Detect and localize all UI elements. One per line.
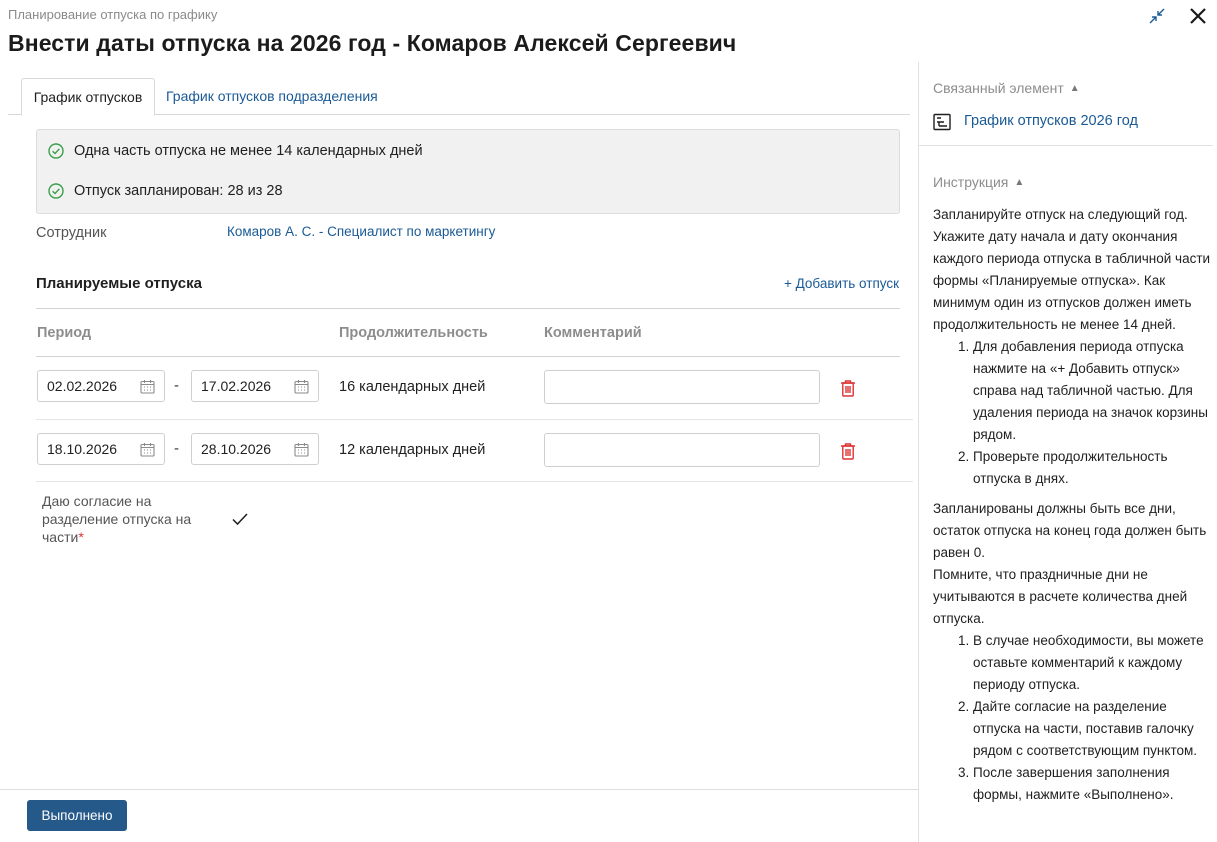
trash-icon[interactable] bbox=[840, 442, 856, 460]
end-date-value: 17.02.2026 bbox=[201, 378, 272, 394]
instruction-paragraph: Помните, что праздничные дни не учитываю… bbox=[933, 567, 1188, 626]
employee-label: Сотрудник bbox=[36, 225, 107, 241]
instruction-list-item: После завершения заполнения формы, нажми… bbox=[973, 762, 1211, 806]
check-circle-icon bbox=[48, 183, 64, 199]
validation-text: Отпуск запланирован: 28 из 28 bbox=[74, 183, 283, 199]
trash-icon[interactable] bbox=[840, 379, 856, 397]
start-date-input[interactable]: 02.02.2026 bbox=[37, 370, 165, 402]
sidebar-divider bbox=[918, 62, 919, 842]
comment-input[interactable] bbox=[544, 433, 820, 467]
instruction-list-item: Проверьте продолжительность отпуска в дн… bbox=[973, 446, 1211, 490]
add-vacation-button[interactable]: + Добавить отпуск bbox=[784, 276, 899, 291]
end-date-value: 28.10.2026 bbox=[201, 441, 272, 457]
calendar-icon[interactable] bbox=[140, 442, 155, 457]
employee-link[interactable]: Комаров А. С. - Специалист по маркетингу bbox=[227, 224, 495, 239]
instruction-list: Для добавления периода отпуска нажмите н… bbox=[933, 336, 1211, 490]
calendar-icon[interactable] bbox=[294, 442, 309, 457]
document-icon bbox=[933, 113, 951, 131]
consent-label: Даю согласие на разделение отпуска на ча… bbox=[42, 492, 212, 546]
divider bbox=[36, 308, 900, 309]
tab-vacation-schedule[interactable]: График отпусков bbox=[21, 78, 155, 116]
end-date-input[interactable]: 28.10.2026 bbox=[191, 433, 319, 465]
start-date-value: 02.02.2026 bbox=[47, 378, 118, 394]
instruction-text: Запланируйте отпуск на следующий год. Ук… bbox=[933, 204, 1211, 806]
tabs-bar: График отпусков График отпусков подразде… bbox=[8, 78, 910, 116]
calendar-icon[interactable] bbox=[294, 379, 309, 394]
related-header-label: Связанный элемент bbox=[933, 80, 1064, 96]
column-header-comment: Комментарий bbox=[544, 325, 642, 341]
tab-department-schedule[interactable]: График отпусков подразделения bbox=[156, 78, 388, 115]
start-date-value: 18.10.2026 bbox=[47, 441, 118, 457]
footer-divider bbox=[0, 789, 918, 790]
instruction-list-item: В случае необходимости, вы можете оставь… bbox=[973, 630, 1211, 696]
duration-value: 16 календарных дней bbox=[339, 379, 486, 395]
duration-value: 12 календарных дней bbox=[339, 442, 486, 458]
related-header[interactable]: Связанный элемент ▲ bbox=[933, 80, 1080, 96]
validation-text: Одна часть отпуска не менее 14 календарн… bbox=[74, 143, 423, 159]
related-schedule-link[interactable]: График отпусков 2026 год bbox=[964, 113, 1138, 129]
instruction-paragraph: Запланируйте отпуск на следующий год. Ук… bbox=[933, 207, 1211, 332]
column-header-period: Период bbox=[37, 325, 92, 341]
divider bbox=[36, 481, 913, 482]
instruction-header-label: Инструкция bbox=[933, 174, 1009, 190]
calendar-icon[interactable] bbox=[140, 379, 155, 394]
divider bbox=[36, 356, 900, 357]
required-mark: * bbox=[78, 529, 84, 545]
page-title: Внести даты отпуска на 2026 год - Комаро… bbox=[8, 30, 737, 56]
validation-item: Одна часть отпуска не менее 14 календарн… bbox=[48, 143, 423, 159]
instruction-header[interactable]: Инструкция ▲ bbox=[933, 174, 1024, 190]
column-header-duration: Продолжительность bbox=[339, 325, 488, 341]
comment-input[interactable] bbox=[544, 370, 820, 404]
validation-box: Одна часть отпуска не менее 14 календарн… bbox=[36, 129, 900, 214]
validation-item: Отпуск запланирован: 28 из 28 bbox=[48, 183, 283, 199]
sidebar-divider bbox=[919, 145, 1213, 146]
chevron-up-icon[interactable]: ▲ bbox=[1070, 83, 1080, 94]
instruction-list-item: Для добавления периода отпуска нажмите н… bbox=[973, 336, 1211, 446]
collapse-icon[interactable] bbox=[1148, 7, 1166, 25]
check-circle-icon bbox=[48, 143, 64, 159]
period-dash: - bbox=[174, 440, 179, 457]
breadcrumb: Планирование отпуска по графику bbox=[8, 7, 218, 22]
start-date-input[interactable]: 18.10.2026 bbox=[37, 433, 165, 465]
vacations-title: Планируемые отпуска bbox=[36, 275, 202, 292]
instruction-list: В случае необходимости, вы можете оставь… bbox=[933, 630, 1211, 806]
chevron-up-icon[interactable]: ▲ bbox=[1014, 177, 1024, 188]
divider bbox=[36, 419, 913, 420]
consent-checkbox[interactable] bbox=[231, 511, 249, 527]
end-date-input[interactable]: 17.02.2026 bbox=[191, 370, 319, 402]
consent-label-text: Даю согласие на разделение отпуска на ча… bbox=[42, 493, 192, 545]
instruction-paragraph: Запланированы должны быть все дни, остат… bbox=[933, 501, 1207, 560]
done-button[interactable]: Выполнено bbox=[27, 800, 127, 831]
instruction-list-item: Дайте согласие на разделение отпуска на … bbox=[973, 696, 1211, 762]
period-dash: - bbox=[174, 377, 179, 394]
close-icon[interactable] bbox=[1188, 6, 1208, 26]
